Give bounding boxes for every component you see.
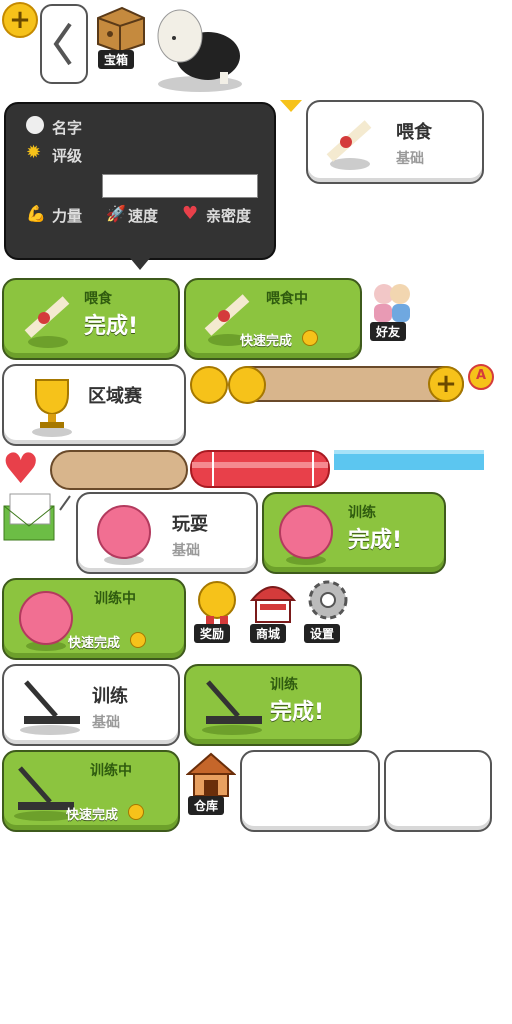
empty-card-small[interactable] — [384, 750, 492, 832]
chevron-left-icon — [53, 22, 72, 66]
quick-complete-label: 快速完成 — [240, 334, 293, 349]
reward-button[interactable]: 奖励 — [194, 578, 240, 644]
coin-icon — [302, 330, 318, 346]
dog-head-icon — [26, 116, 44, 134]
quick-complete-label: 快速完成 — [66, 808, 119, 823]
shop-button[interactable]: 商城 — [248, 578, 298, 644]
train-basic-card[interactable]: 训练 基础 — [2, 664, 180, 746]
add-button[interactable]: + — [2, 2, 38, 38]
ball-icon — [19, 591, 73, 651]
plus-icon: + — [435, 369, 457, 399]
friends-icon — [374, 284, 410, 322]
train-progress-ball-title: 训练中 — [94, 591, 136, 607]
tournament-label: 区域赛 — [88, 386, 142, 407]
warehouse-tag: 仓库 — [188, 796, 225, 815]
panel-pointer — [130, 258, 150, 270]
settings-tag: 设置 — [304, 624, 341, 643]
warehouse-button[interactable]: 仓库 — [185, 750, 237, 818]
ball-icon — [97, 505, 151, 565]
plus-icon: + — [9, 5, 31, 35]
warehouse-icon — [185, 752, 237, 797]
train-done-tread-card[interactable]: 训练 完成! — [184, 664, 362, 746]
red-progress-bar — [190, 450, 330, 488]
chest-icon — [97, 6, 145, 52]
reward-tag: 奖励 — [194, 624, 231, 643]
train-progress-tread-title: 训练中 — [90, 763, 132, 779]
affinity-label: 亲密度 — [206, 207, 252, 225]
play-basic-title: 玩耍 — [172, 514, 208, 535]
strength-label: 力量 — [52, 207, 83, 225]
feed-progress-card[interactable]: 喂食中 快速完成 — [184, 278, 362, 360]
friends-button[interactable]: 好友 — [366, 278, 418, 344]
shop-icon — [249, 586, 297, 623]
train-done-tread-status: 完成! — [270, 700, 325, 725]
dog-avatar — [150, 4, 246, 94]
feed-done-card[interactable]: 喂食 完成! — [2, 278, 180, 360]
quick-complete-label: 快速完成 — [68, 636, 121, 651]
mail-button[interactable] — [2, 492, 74, 544]
empty-card-large[interactable] — [240, 750, 380, 832]
treadmill-icon — [20, 680, 80, 735]
friends-tag: 好友 — [370, 322, 407, 341]
ball-icon — [279, 505, 333, 565]
train-basic-title: 训练 — [92, 686, 128, 707]
rank-badge: A — [468, 364, 496, 394]
back-button[interactable] — [40, 4, 88, 84]
feed-done-status: 完成! — [84, 314, 139, 339]
blue-progress-bar — [334, 450, 484, 470]
feed-basic-subtitle: 基础 — [396, 151, 424, 167]
bone-icon — [326, 120, 372, 170]
dropdown-arrow-icon[interactable] — [280, 100, 302, 112]
coin-stack-icon — [190, 364, 266, 406]
mail-icon — [3, 493, 71, 541]
chest-button[interactable]: 宝箱 — [92, 4, 148, 69]
gear-icon — [308, 580, 348, 620]
train-progress-ball-card[interactable]: 训练中 快速完成 — [2, 578, 186, 660]
shop-tag: 商城 — [250, 624, 287, 643]
train-progress-tread-card[interactable]: 训练中 快速完成 — [2, 750, 180, 832]
tournament-card[interactable]: 区域赛 — [2, 364, 186, 446]
affinity-bar — [50, 450, 188, 490]
play-basic-card[interactable]: 玩耍 基础 — [76, 492, 258, 574]
strength-icon: 💪 — [26, 204, 46, 223]
train-basic-subtitle: 基础 — [92, 715, 120, 731]
feed-basic-title: 喂食 — [396, 122, 432, 143]
feed-basic-card[interactable]: 喂食 基础 — [306, 100, 484, 184]
train-done-ball-card[interactable]: 训练 完成! — [262, 492, 446, 574]
trophy-icon — [32, 379, 72, 437]
rating-field — [102, 174, 258, 198]
sheepdog-icon — [157, 9, 242, 92]
coin-icon — [130, 632, 146, 648]
play-basic-subtitle: 基础 — [172, 543, 200, 559]
train-done-ball-status: 完成! — [348, 528, 403, 553]
settings-button[interactable]: 设置 — [304, 578, 352, 644]
star-icon: ✹ — [26, 142, 42, 163]
feed-progress-title: 喂食中 — [266, 291, 308, 307]
reward-medal-icon — [198, 581, 236, 624]
name-label: 名字 — [52, 119, 83, 137]
treadmill-icon — [202, 680, 262, 735]
bone-icon — [24, 296, 70, 348]
feed-done-title: 喂食 — [84, 291, 112, 307]
badge-letter: A — [475, 368, 487, 383]
rocket-icon: 🚀 — [106, 204, 126, 223]
coin-icon — [128, 804, 144, 820]
stats-panel: 名字 ✹ 评级 💪 力量 🚀 速度 ♥ 亲密度 — [4, 102, 276, 260]
train-done-tread-title: 训练 — [270, 677, 298, 693]
heart-icon: ♥ — [182, 203, 199, 224]
add-coins-button[interactable]: + — [428, 366, 464, 402]
train-done-ball-title: 训练 — [348, 505, 376, 521]
heart-icon: ♥ — [2, 444, 40, 493]
chest-tag: 宝箱 — [98, 50, 135, 69]
rating-label: 评级 — [52, 147, 83, 165]
speed-label: 速度 — [128, 207, 159, 225]
